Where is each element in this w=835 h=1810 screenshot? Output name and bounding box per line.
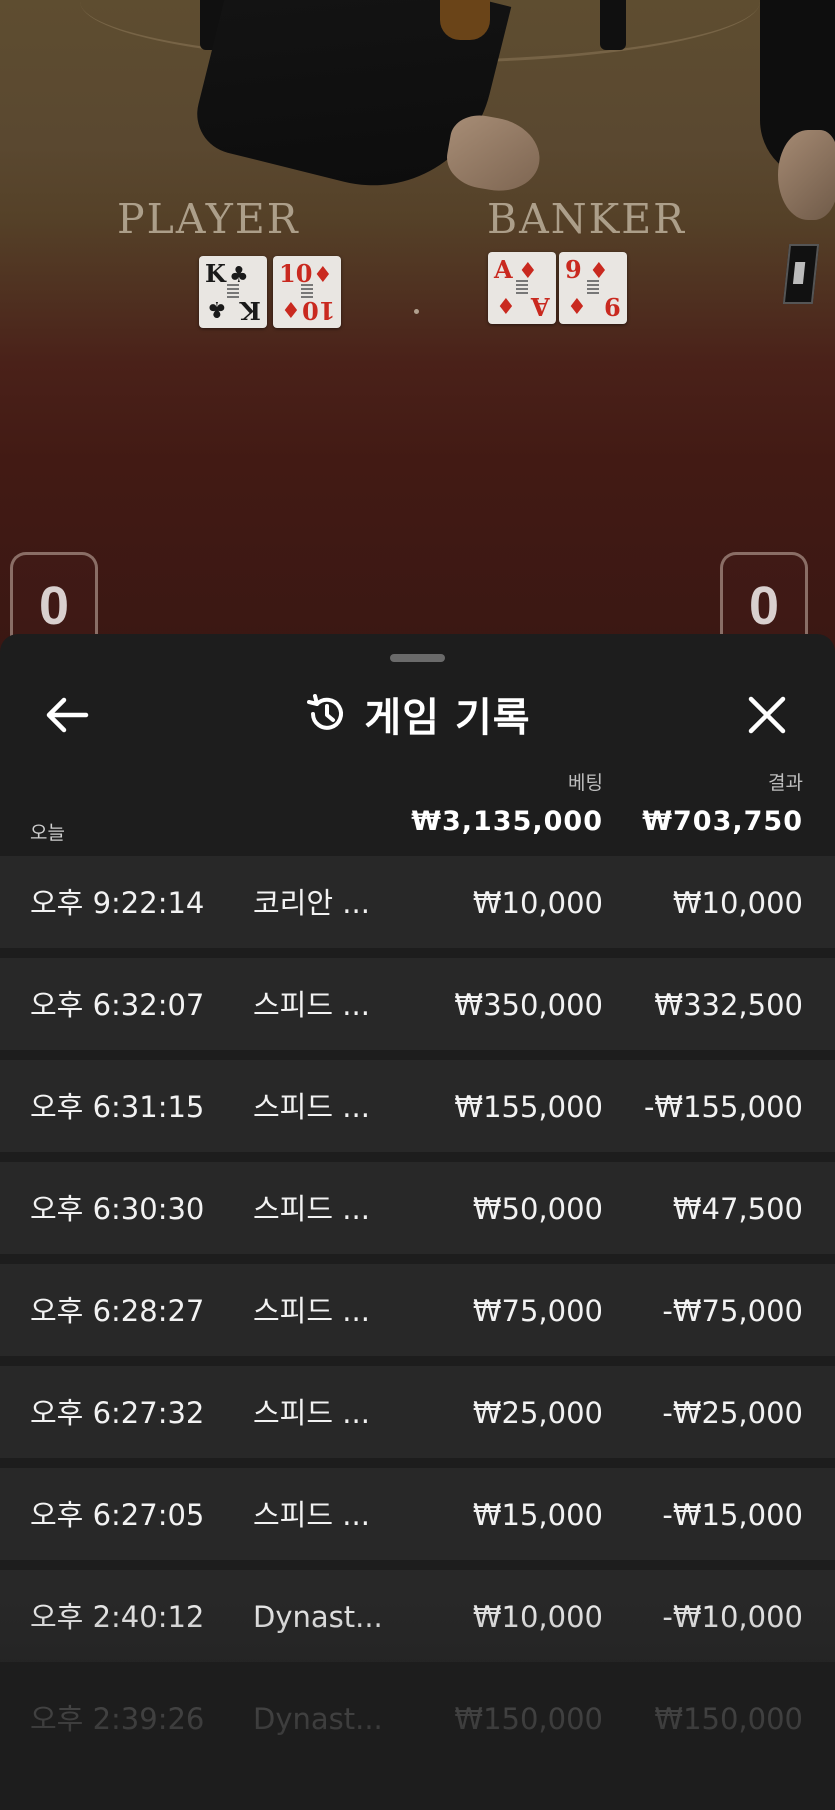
row-bet-amount: ₩155,000 <box>454 1090 603 1124</box>
row-time: 오후 6:31:15 <box>30 1090 205 1124</box>
history-summary: 베팅 결과 오늘 ₩3,135,000 ₩703,750 <box>0 754 835 854</box>
card-face-graphic <box>227 284 239 298</box>
row-time: 오후 6:28:27 <box>30 1294 205 1328</box>
row-time: 오후 6:30:30 <box>30 1192 205 1226</box>
history-row[interactable]: 오후 6:27:05 스피드 ... ₩15,000 -₩15,000 <box>0 1468 835 1560</box>
card-rank: 10 <box>279 259 313 288</box>
row-result-amount: -₩15,000 <box>662 1498 803 1532</box>
row-game-name: 스피드 ... <box>253 1498 370 1532</box>
row-bet-amount: ₩150,000 <box>454 1702 603 1736</box>
diamond-suit-icon: ♦ <box>518 258 538 284</box>
club-suit-icon: ♣ <box>229 262 249 288</box>
row-game-name: Dynast... <box>253 1702 383 1736</box>
sheet-header: 게임 기록 <box>0 674 835 754</box>
history-row[interactable]: 오후 6:32:07 스피드 ... ₩350,000 ₩332,500 <box>0 958 835 1050</box>
row-time: 오후 9:22:14 <box>30 886 205 920</box>
row-bet-amount: ₩10,000 <box>472 1600 603 1634</box>
row-result-amount: -₩75,000 <box>662 1294 803 1328</box>
diamond-suit-icon: ♦ <box>589 258 609 284</box>
row-result-amount: ₩332,500 <box>654 988 803 1022</box>
row-result-amount: ₩150,000 <box>654 1702 803 1736</box>
banker-card-1: A ♦ ♦ A <box>488 252 556 324</box>
card-rank-inverted: A <box>531 292 550 321</box>
banker-card-2: 9 ♦ ♦ 9 <box>559 252 627 324</box>
card-face-graphic <box>516 280 528 294</box>
diamond-suit-icon: ♦ <box>313 262 333 288</box>
row-time: 오후 6:27:05 <box>30 1498 205 1532</box>
live-table-video: PLAYER BANKER K ♣ ♣ K 10 ♦ ♦ 10 A ♦ ♦ A … <box>0 0 835 660</box>
row-time: 오후 6:27:32 <box>30 1396 205 1430</box>
card-rank: K <box>205 259 226 288</box>
row-result-amount: -₩25,000 <box>662 1396 803 1430</box>
row-result-amount: -₩155,000 <box>643 1090 803 1124</box>
row-game-name: 스피드 ... <box>253 1090 370 1124</box>
player-area-label: PLAYER <box>117 195 300 243</box>
row-bet-amount: ₩15,000 <box>472 1498 603 1532</box>
history-row[interactable]: 오후 6:31:15 스피드 ... ₩155,000 -₩155,000 <box>0 1060 835 1152</box>
row-bet-amount: ₩75,000 <box>472 1294 603 1328</box>
row-bet-amount: ₩50,000 <box>472 1192 603 1226</box>
dealer-right-hand <box>778 130 835 220</box>
sheet-drag-handle[interactable] <box>390 654 445 662</box>
player-card-1: K ♣ ♣ K <box>199 256 267 328</box>
card-shoe <box>782 244 820 304</box>
row-time: 오후 6:32:07 <box>30 988 205 1022</box>
result-column-label: 결과 <box>768 772 803 794</box>
card-rank: A <box>494 255 513 284</box>
card-rank: 9 <box>565 255 582 284</box>
row-bet-amount: ₩10,000 <box>472 886 603 920</box>
row-bet-amount: ₩25,000 <box>472 1396 603 1430</box>
dealer-collar <box>440 0 490 40</box>
dealer-chair-right <box>600 0 626 50</box>
row-bet-amount: ₩350,000 <box>454 988 603 1022</box>
table-marker-dot <box>414 309 419 314</box>
history-row[interactable]: 오후 6:30:30 스피드 ... ₩50,000 ₩47,500 <box>0 1162 835 1254</box>
diamond-suit-icon: ♦ <box>281 296 301 322</box>
dealer-left-hand <box>442 110 546 198</box>
period-label: 오늘 <box>30 822 65 844</box>
club-suit-icon: ♣ <box>207 296 227 322</box>
diamond-suit-icon: ♦ <box>567 292 587 318</box>
game-history-sheet: 게임 기록 베팅 결과 오늘 ₩3,135,000 ₩703,750 오후 9:… <box>0 634 835 1810</box>
history-list: 오후 9:22:14 코리안 ... ₩10,000 ₩10,000 오후 6:… <box>0 856 835 1774</box>
diamond-suit-icon: ♦ <box>496 292 516 318</box>
total-result-amount: ₩703,750 <box>642 806 803 837</box>
row-game-name: 스피드 ... <box>253 1192 370 1226</box>
history-icon <box>307 694 344 730</box>
row-game-name: 스피드 ... <box>253 1294 370 1328</box>
card-rank-inverted: 10 <box>301 296 335 325</box>
player-card-2: 10 ♦ ♦ 10 <box>273 256 341 328</box>
row-game-name: Dynast... <box>253 1600 383 1634</box>
history-row[interactable]: 오후 6:27:32 스피드 ... ₩25,000 -₩25,000 <box>0 1366 835 1458</box>
history-row[interactable]: 오후 2:40:12 Dynast... ₩10,000 -₩10,000 <box>0 1570 835 1662</box>
row-time: 오후 2:39:26 <box>30 1702 205 1736</box>
row-game-name: 스피드 ... <box>253 1396 370 1430</box>
row-game-name: 스피드 ... <box>253 988 370 1022</box>
bet-column-label: 베팅 <box>568 772 603 794</box>
row-game-name: 코리안 ... <box>253 886 370 920</box>
history-row[interactable]: 오후 2:39:26 Dynast... ₩150,000 ₩150,000 <box>0 1672 835 1764</box>
row-result-amount: -₩10,000 <box>662 1600 803 1634</box>
card-rank-inverted: 9 <box>604 292 621 321</box>
row-result-amount: ₩47,500 <box>672 1192 803 1226</box>
close-icon <box>748 696 786 734</box>
sheet-title: 게임 기록 <box>364 695 531 741</box>
card-rank-inverted: K <box>240 296 261 325</box>
history-row[interactable]: 오후 9:22:14 코리안 ... ₩10,000 ₩10,000 <box>0 856 835 948</box>
banker-area-label: BANKER <box>487 195 687 243</box>
close-button[interactable] <box>742 690 792 740</box>
sheet-title-group: 게임 기록 <box>0 674 835 754</box>
row-time: 오후 2:40:12 <box>30 1600 205 1634</box>
total-bet-amount: ₩3,135,000 <box>411 806 603 837</box>
row-result-amount: ₩10,000 <box>672 886 803 920</box>
card-face-graphic <box>587 280 599 294</box>
history-row[interactable]: 오후 6:28:27 스피드 ... ₩75,000 -₩75,000 <box>0 1264 835 1356</box>
